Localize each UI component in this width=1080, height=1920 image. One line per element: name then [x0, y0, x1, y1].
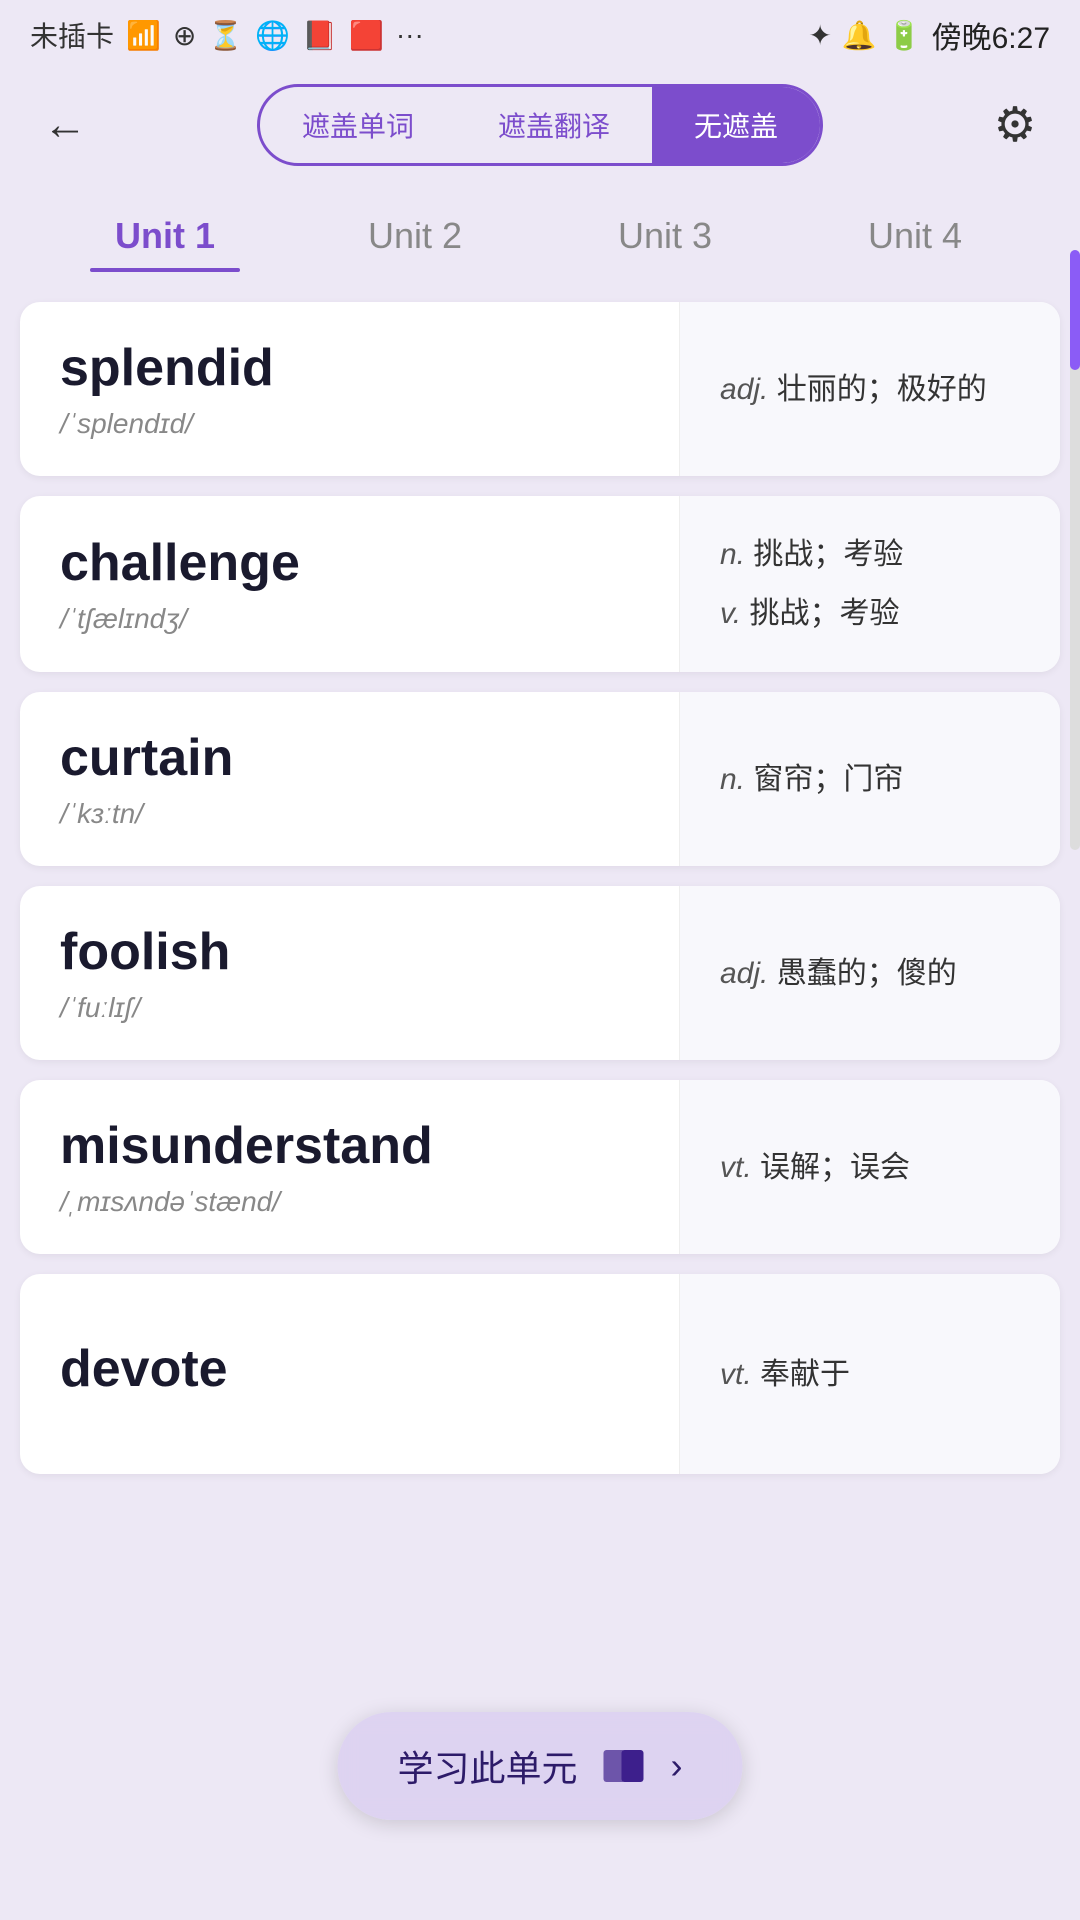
- word-phonetic-challenge: /ˈtʃælɪndʒ/: [60, 603, 639, 635]
- word-phonetic-foolish: /ˈfuːlɪʃ/: [60, 992, 639, 1024]
- word-def-misunderstand-0: vt. 误解；误会: [720, 1145, 1020, 1190]
- study-button-container: 学习此单元 ›: [337, 1712, 742, 1820]
- cover-words-button[interactable]: 遮盖单词: [260, 87, 456, 163]
- word-def-devote-0: vt. 奉献于: [720, 1352, 1020, 1397]
- settings-button[interactable]: ⚙: [980, 90, 1050, 160]
- word-card-curtain: curtain /ˈkɜːtn/ n. 窗帘；门帘: [20, 692, 1060, 866]
- word-left-misunderstand: misunderstand /ˌmɪsʌndəˈstænd/: [20, 1080, 680, 1254]
- word-right-splendid: adj. 壮丽的；极好的: [680, 302, 1060, 476]
- scrollbar-track[interactable]: [1070, 250, 1080, 850]
- word-right-misunderstand: vt. 误解；误会: [680, 1080, 1060, 1254]
- word-english-challenge: challenge: [60, 533, 639, 593]
- gear-icon: ⚙: [993, 97, 1036, 153]
- study-unit-button[interactable]: 学习此单元 ›: [337, 1712, 742, 1820]
- tab-unit2[interactable]: Unit 2: [290, 200, 540, 272]
- word-def-challenge-1: v. 挑战；考验: [720, 591, 1020, 636]
- unit-tabs: Unit 1 Unit 2 Unit 3 Unit 4: [0, 180, 1080, 302]
- cover-translation-button[interactable]: 遮盖翻译: [456, 87, 652, 163]
- word-def-curtain-0: n. 窗帘；门帘: [720, 757, 1020, 802]
- no-cover-button[interactable]: 无遮盖: [652, 87, 820, 163]
- word-list: splendid /ˈsplendɪd/ adj. 壮丽的；极好的 challe…: [0, 302, 1080, 1494]
- word-card-challenge: challenge /ˈtʃælɪndʒ/ n. 挑战；考验 v. 挑战；考验: [20, 496, 1060, 672]
- word-left-challenge: challenge /ˈtʃælɪndʒ/: [20, 496, 680, 672]
- tab-unit4[interactable]: Unit 4: [790, 200, 1040, 272]
- more-icon: ···: [396, 19, 424, 51]
- back-button[interactable]: ←: [30, 90, 100, 160]
- word-right-challenge: n. 挑战；考验 v. 挑战；考验: [680, 496, 1060, 672]
- word-english-splendid: splendid: [60, 338, 639, 398]
- status-left: 未插卡 📶 ⊕ ⏳ 🌐 📕 🟥 ···: [30, 15, 424, 55]
- word-card-foolish: foolish /ˈfuːlɪʃ/ adj. 愚蠢的；傻的: [20, 886, 1060, 1060]
- back-arrow-icon: ←: [43, 103, 87, 147]
- tab-unit3[interactable]: Unit 3: [540, 200, 790, 272]
- word-left-foolish: foolish /ˈfuːlɪʃ/: [20, 886, 680, 1060]
- tab-unit1[interactable]: Unit 1: [40, 200, 290, 272]
- study-btn-arrow-icon: ›: [671, 1745, 683, 1787]
- word-english-curtain: curtain: [60, 728, 639, 788]
- word-left-splendid: splendid /ˈsplendɪd/: [20, 302, 680, 476]
- scrollbar-thumb: [1070, 250, 1080, 370]
- word-english-devote: devote: [60, 1339, 639, 1399]
- status-carrier: 未插卡: [30, 15, 114, 55]
- word-left-devote: devote: [20, 1274, 680, 1474]
- word-right-foolish: adj. 愚蠢的；傻的: [680, 886, 1060, 1060]
- browser-icon: 🌐: [255, 19, 290, 52]
- signal-icon: ⊕: [173, 19, 196, 52]
- wifi-icon: 📶: [126, 19, 161, 52]
- status-bar: 未插卡 📶 ⊕ ⏳ 🌐 📕 🟥 ··· ✦ 🔔 🔋 傍晚6:27: [0, 0, 1080, 70]
- top-nav: ← 遮盖单词 遮盖翻译 无遮盖 ⚙: [0, 70, 1080, 180]
- word-def-splendid-0: adj. 壮丽的；极好的: [720, 367, 1020, 412]
- word-english-foolish: foolish: [60, 922, 639, 982]
- word-def-foolish-0: adj. 愚蠢的；傻的: [720, 951, 1020, 996]
- word-english-misunderstand: misunderstand: [60, 1116, 639, 1176]
- word-def-challenge-0: n. 挑战；考验: [720, 532, 1020, 577]
- status-time: 傍晚6:27: [932, 13, 1050, 57]
- app-icon-2: 🟥: [349, 19, 384, 52]
- cover-button-group: 遮盖单词 遮盖翻译 无遮盖: [257, 84, 823, 166]
- word-phonetic-splendid: /ˈsplendɪd/: [60, 408, 639, 440]
- bell-icon: 🔔: [842, 19, 877, 52]
- status-right: ✦ 🔔 🔋 傍晚6:27: [808, 13, 1050, 57]
- word-right-devote: vt. 奉献于: [680, 1274, 1060, 1474]
- card-rect-front: [622, 1750, 644, 1782]
- word-card-splendid: splendid /ˈsplendɪd/ adj. 壮丽的；极好的: [20, 302, 1060, 476]
- word-phonetic-curtain: /ˈkɜːtn/: [60, 798, 639, 830]
- word-left-curtain: curtain /ˈkɜːtn/: [20, 692, 680, 866]
- word-phonetic-misunderstand: /ˌmɪsʌndəˈstænd/: [60, 1186, 639, 1218]
- app-icon-1: 📕: [302, 19, 337, 52]
- battery-icon: 🔋: [887, 19, 922, 52]
- study-btn-label: 学习此单元: [397, 1740, 577, 1792]
- bluetooth-icon: ✦: [808, 19, 831, 52]
- word-card-misunderstand: misunderstand /ˌmɪsʌndəˈstænd/ vt. 误解；误会: [20, 1080, 1060, 1254]
- timer-icon: ⏳: [208, 19, 243, 52]
- cards-icon: [598, 1750, 646, 1782]
- word-right-curtain: n. 窗帘；门帘: [680, 692, 1060, 866]
- word-card-devote: devote vt. 奉献于: [20, 1274, 1060, 1474]
